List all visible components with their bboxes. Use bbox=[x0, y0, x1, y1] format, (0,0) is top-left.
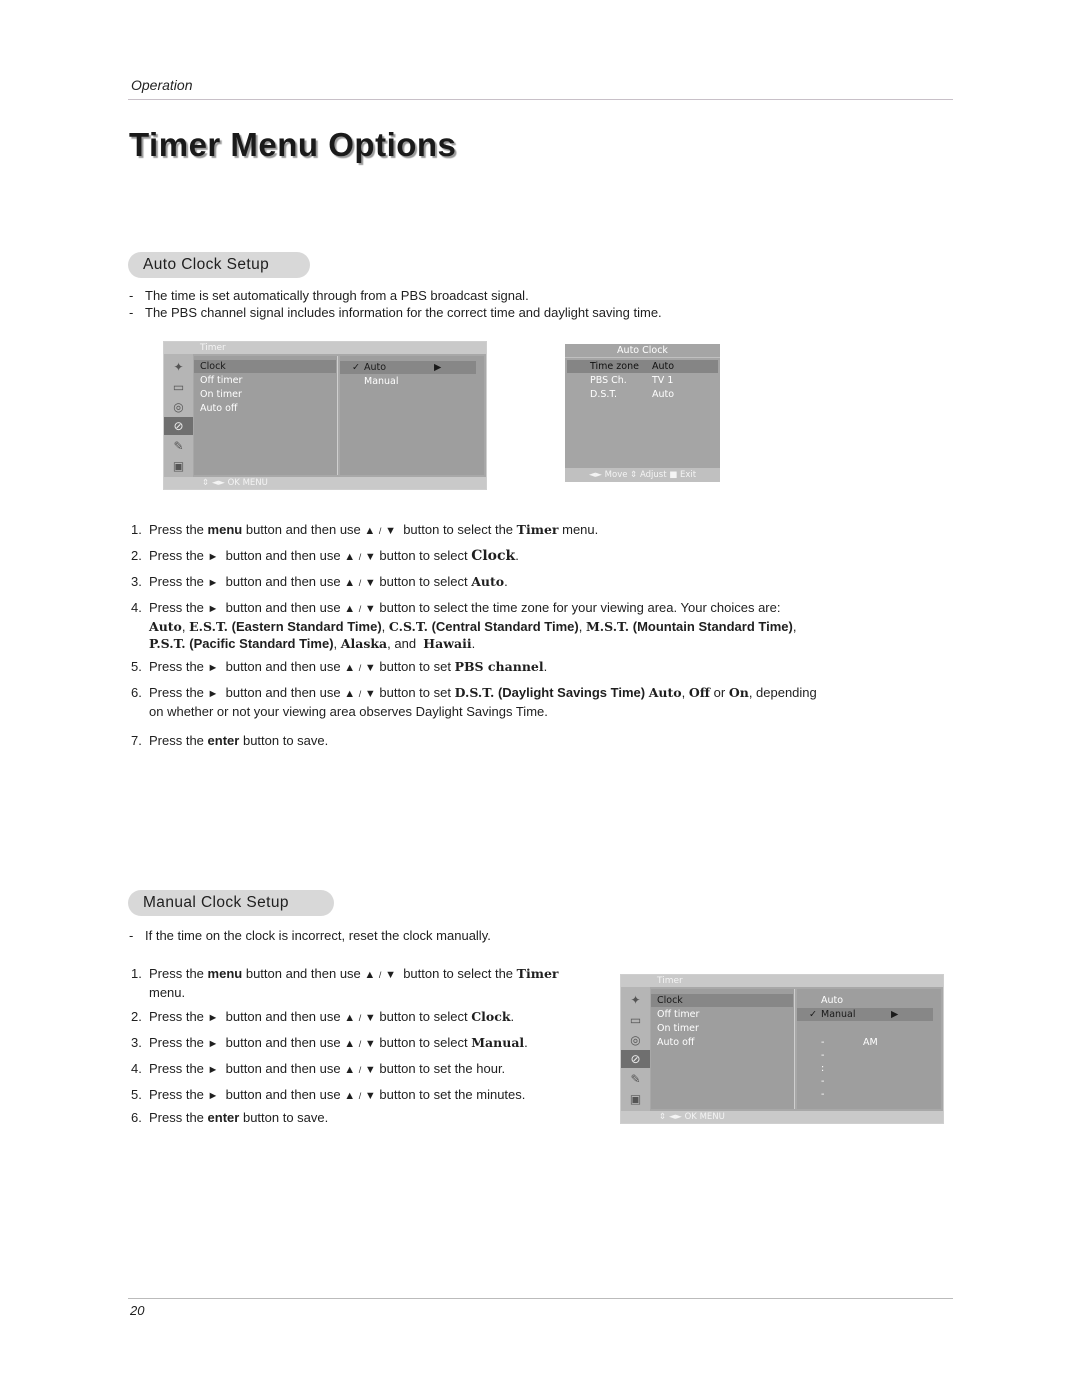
auto-step-5: 5. Press the ► button and then use ▲ / ▼ … bbox=[131, 659, 548, 674]
menu-options: ✓ Auto ▶ Manual bbox=[340, 356, 484, 475]
menu-item-auto-off[interactable]: Auto off bbox=[651, 1036, 694, 1049]
menu-title: Timer bbox=[621, 975, 943, 987]
page-title: Timer Menu Options bbox=[129, 126, 457, 163]
menu-icon-column: ✦ ▭ ◎ ⊘ ✎ ▣ bbox=[164, 354, 193, 477]
manual-clock-heading: Manual Clock Setup bbox=[128, 890, 334, 916]
menu-item-auto-off[interactable]: Auto off bbox=[194, 402, 237, 415]
menu-item-off-timer[interactable]: Off timer bbox=[651, 1008, 699, 1021]
menu-items: Clock Off timer On timer Auto off bbox=[194, 356, 338, 475]
header-divider bbox=[128, 99, 953, 100]
manual-step-3: 3. Press the ► button and then use ▲ / ▼ … bbox=[131, 1035, 528, 1050]
auto-step-4: 4. Press the ► button and then use ▲ / ▼ … bbox=[131, 600, 797, 651]
menu-item-on-timer[interactable]: On timer bbox=[651, 1022, 699, 1035]
menu-footer-hints: ⇕ ◄► OK MENU bbox=[164, 477, 486, 489]
menu-item-off-timer[interactable]: Off timer bbox=[194, 374, 242, 387]
satellite-icon: ✦ bbox=[630, 993, 641, 1007]
auto-clock-bullet: - The time is set automatically through f… bbox=[129, 288, 529, 303]
manual-step-5: 5. Press the ► button and then use ▲ / ▼ … bbox=[131, 1087, 526, 1102]
section-label: Operation bbox=[131, 77, 193, 93]
menu-icon-column: ✦ ▭ ◎ ⊘ ✎ ▣ bbox=[621, 987, 650, 1111]
option-icon: ✎ bbox=[173, 439, 184, 453]
row-dst[interactable]: D.S.T. Auto bbox=[567, 388, 718, 401]
auto-step-3: 3. Press the ► button and then use ▲ / ▼ … bbox=[131, 574, 508, 589]
check-icon: ✓ bbox=[809, 1009, 817, 1020]
tv-timer-menu-manual: Timer ✦ ▭ ◎ ⊘ ✎ ▣ Clock Off timer On tim… bbox=[620, 974, 944, 1124]
auto-step-7: 7. Press the enter button to save. bbox=[131, 733, 329, 748]
manual-step-4: 4. Press the ► button and then use ▲ / ▼ … bbox=[131, 1061, 506, 1076]
check-icon: ✓ bbox=[352, 362, 360, 373]
sound-icon: ◎ bbox=[630, 1033, 641, 1047]
manual-step-2: 2. Press the ► button and then use ▲ / ▼ … bbox=[131, 1009, 515, 1024]
updown-icon: ⇕ bbox=[202, 478, 212, 488]
tv-timer-menu-auto: Timer ✦ ▭ ◎ ⊘ ✎ ▣ Clock Off timer On tim… bbox=[163, 341, 487, 490]
picture-icon: ▭ bbox=[172, 380, 185, 394]
arrow-right-icon: ▶ bbox=[891, 1009, 899, 1020]
manual-clock-bullet: - If the time on the clock is incorrect, … bbox=[129, 928, 491, 943]
option-manual[interactable]: ✓ Manual ▶ bbox=[797, 1008, 933, 1021]
footer-divider bbox=[128, 1298, 953, 1299]
menu-options: Auto ✓ Manual ▶ - - : - - AM bbox=[797, 989, 941, 1109]
timer-icon: ⊘ bbox=[164, 417, 193, 435]
picture-icon: ▭ bbox=[629, 1013, 642, 1027]
manual-step-1: 1. Press the menu button and then use ▲ /… bbox=[131, 966, 559, 1000]
auto-clock-heading: Auto Clock Setup bbox=[128, 252, 310, 278]
auto-step-1: 1. Press the menu button and then use ▲ /… bbox=[131, 522, 599, 537]
auto-step-6: 6. Press the ► button and then use ▲ / ▼ … bbox=[131, 685, 817, 719]
manual-step-6: 6. Press the enter button to save. bbox=[131, 1110, 329, 1125]
menu-title: Timer bbox=[164, 342, 486, 354]
menu-title: Auto Clock bbox=[565, 344, 720, 358]
option-manual[interactable]: Manual bbox=[340, 375, 399, 388]
row-time-zone[interactable]: Time zone Auto bbox=[567, 360, 718, 373]
option-auto[interactable]: Auto bbox=[797, 994, 843, 1007]
option-icon: ✎ bbox=[630, 1072, 641, 1086]
menu-footer-hints: ◄► Move ⇕ Adjust ■ Exit bbox=[565, 468, 720, 482]
time-readout[interactable]: - - : - - AM bbox=[797, 1036, 878, 1100]
menu-item-clock[interactable]: Clock bbox=[194, 360, 336, 373]
lock-icon: ▣ bbox=[629, 1092, 642, 1106]
menu-footer-hints: ⇕ ◄► OK MENU bbox=[621, 1111, 943, 1123]
tv-auto-clock-menu: Auto Clock Time zone Auto PBS Ch. TV 1 D… bbox=[565, 344, 720, 482]
auto-step-2: 2. Press the ► button and then use ▲ / ▼ … bbox=[131, 548, 519, 564]
option-auto[interactable]: ✓ Auto ▶ bbox=[340, 361, 476, 374]
row-pbs-channel[interactable]: PBS Ch. TV 1 bbox=[567, 374, 718, 387]
menu-items: Clock Off timer On timer Auto off bbox=[651, 989, 795, 1109]
arrow-right-icon: ▶ bbox=[434, 362, 442, 373]
page-number: 20 bbox=[130, 1303, 145, 1318]
updown-icon: ⇕ bbox=[659, 1112, 669, 1122]
lock-icon: ▣ bbox=[172, 459, 185, 473]
sound-icon: ◎ bbox=[173, 400, 184, 414]
satellite-icon: ✦ bbox=[173, 360, 184, 374]
auto-clock-bullet: - The PBS channel signal includes informa… bbox=[129, 305, 662, 320]
timer-icon: ⊘ bbox=[621, 1050, 650, 1068]
menu-item-clock[interactable]: Clock bbox=[651, 994, 793, 1007]
menu-item-on-timer[interactable]: On timer bbox=[194, 388, 242, 401]
